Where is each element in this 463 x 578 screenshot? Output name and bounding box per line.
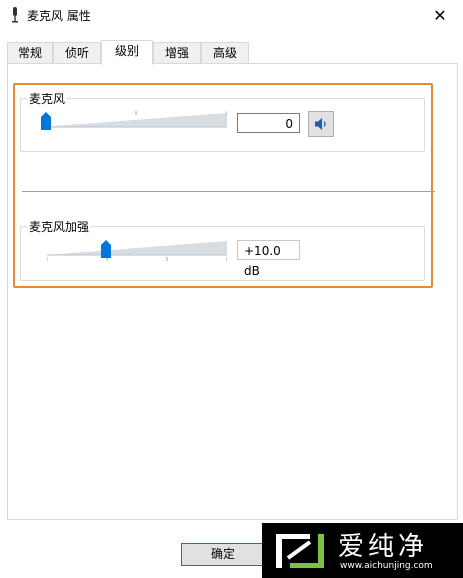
ok-button[interactable]: 确定 (181, 543, 265, 566)
watermark-logo-icon (276, 534, 324, 568)
boost-slider-thumb[interactable] (101, 240, 112, 258)
boost-level-value[interactable]: +10.0 dB (237, 240, 300, 278)
microphone-group: 麦克风 0 (20, 90, 425, 152)
watermark: 爱纯净 www.aichunjing.com (262, 523, 463, 578)
tab-enhancements[interactable]: 增强 (153, 42, 201, 64)
microphone-level-value[interactable]: 0 (237, 113, 300, 133)
watermark-url: www.aichunjing.com (340, 561, 433, 571)
close-button[interactable]: ✕ (417, 0, 463, 30)
window-title: 麦克风 属性 (27, 9, 91, 23)
title-bar: 麦克风 属性 ✕ (0, 0, 463, 30)
microphone-slider[interactable] (41, 111, 227, 131)
microphone-slider-thumb[interactable] (41, 112, 51, 130)
tab-levels[interactable]: 级别 (101, 40, 153, 65)
boost-label: 麦克风加强 (27, 218, 92, 235)
tab-advanced[interactable]: 高级 (201, 42, 249, 64)
boost-group: 麦克风加强 +10.0 dB (20, 218, 425, 281)
tab-listen[interactable]: 侦听 (53, 42, 101, 64)
section-divider (22, 191, 435, 192)
speaker-icon (315, 118, 326, 130)
mute-button[interactable] (308, 111, 334, 137)
microphone-icon (12, 7, 18, 23)
microphone-label: 麦克风 (27, 90, 68, 107)
levels-panel: 麦克风 0 麦克风加强 +10.0 dB (7, 63, 458, 520)
close-icon: ✕ (433, 5, 447, 25)
boost-slider[interactable] (47, 239, 227, 261)
tab-general[interactable]: 常规 (7, 42, 53, 64)
watermark-text: 爱纯净 (338, 532, 429, 562)
